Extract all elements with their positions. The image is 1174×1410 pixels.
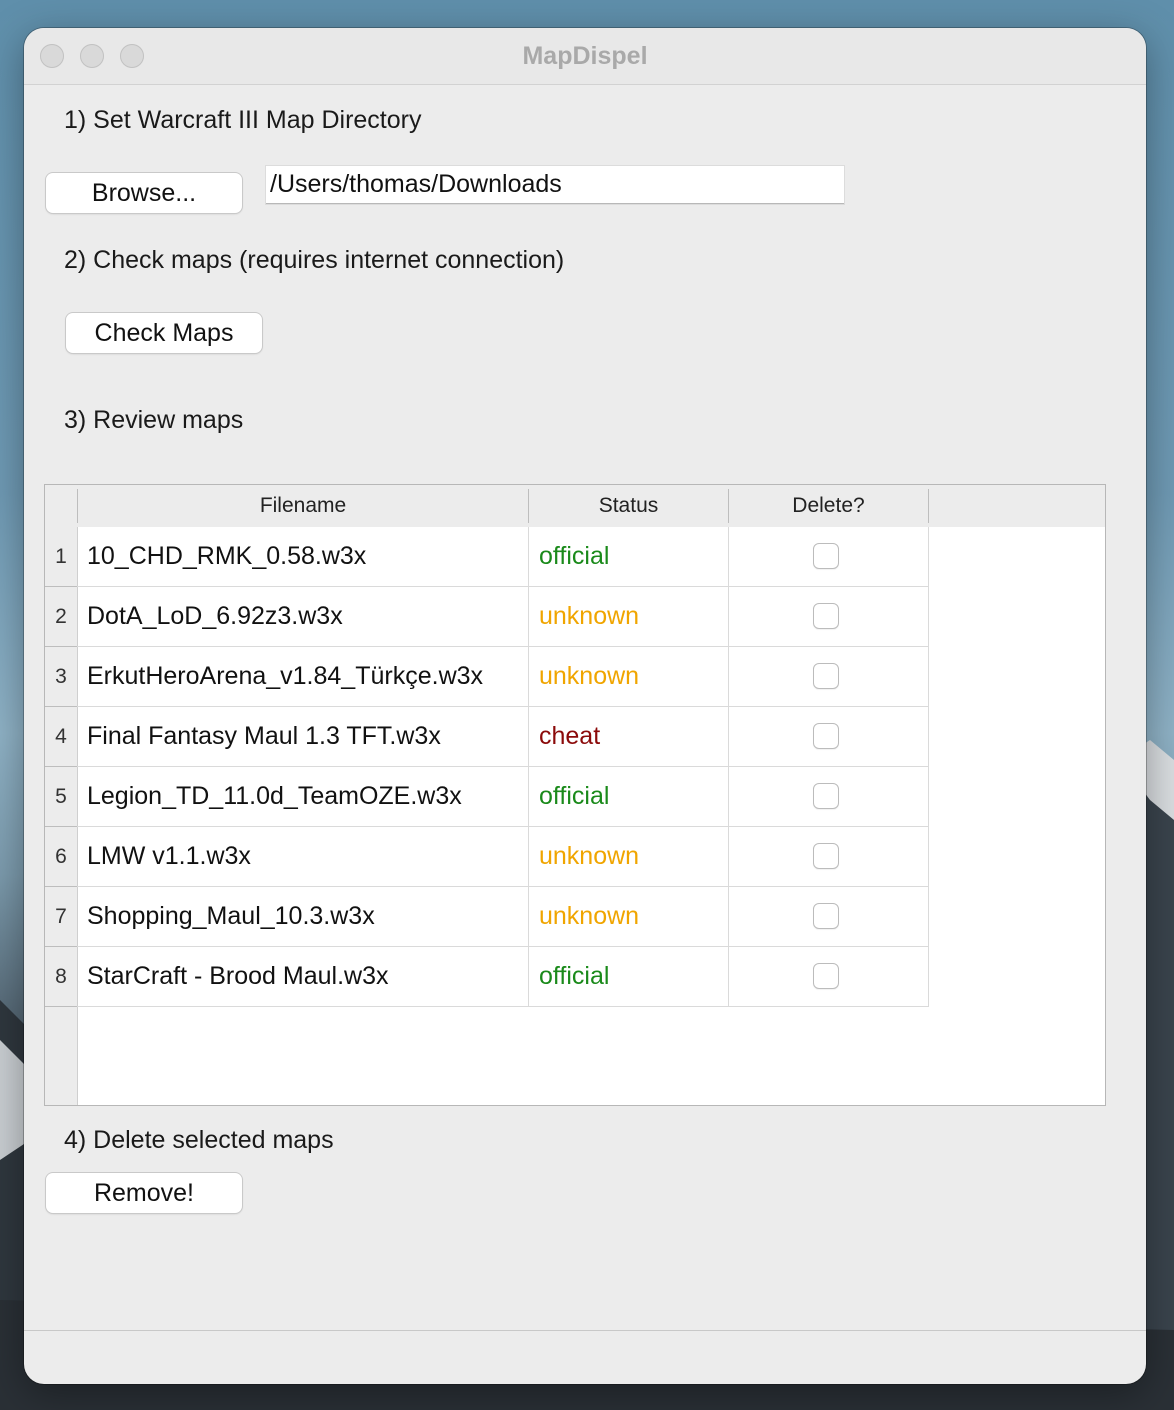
delete-checkbox[interactable] xyxy=(813,963,839,989)
filename-cell[interactable]: 10_CHD_RMK_0.58.w3x xyxy=(77,527,529,587)
status-cell: unknown xyxy=(529,647,729,707)
column-header-filename[interactable]: Filename xyxy=(77,489,529,523)
table-row[interactable]: 6 LMW v1.1.w3x unknown xyxy=(45,827,1105,887)
column-header-delete[interactable]: Delete? xyxy=(729,489,929,523)
delete-cell xyxy=(729,707,929,767)
filename-cell[interactable]: DotA_LoD_6.92z3.w3x xyxy=(77,587,529,647)
step2-label: 2) Check maps (requires internet connect… xyxy=(64,246,565,274)
row-number: 4 xyxy=(45,707,77,767)
bottom-divider xyxy=(24,1330,1146,1331)
step3-label: 3) Review maps xyxy=(64,406,244,434)
table-header: Filename Status Delete? xyxy=(45,485,1105,527)
filename-cell[interactable]: Final Fantasy Maul 1.3 TFT.w3x xyxy=(77,707,529,767)
delete-checkbox[interactable] xyxy=(813,723,839,749)
delete-cell xyxy=(729,947,929,1007)
delete-checkbox[interactable] xyxy=(813,603,839,629)
step1-label: 1) Set Warcraft III Map Directory xyxy=(64,106,422,134)
step4-label: 4) Delete selected maps xyxy=(64,1126,334,1154)
row-number: 6 xyxy=(45,827,77,887)
status-cell: official xyxy=(529,947,729,1007)
row-number: 2 xyxy=(45,587,77,647)
filename-cell[interactable]: Legion_TD_11.0d_TeamOZE.w3x xyxy=(77,767,529,827)
filename-cell[interactable]: ErkutHeroArena_v1.84_Türkçe.w3x xyxy=(77,647,529,707)
table-row[interactable]: 8 StarCraft - Brood Maul.w3x official xyxy=(45,947,1105,1007)
table-row[interactable]: 3 ErkutHeroArena_v1.84_Türkçe.w3x unknow… xyxy=(45,647,1105,707)
table-row[interactable]: 5 Legion_TD_11.0d_TeamOZE.w3x official xyxy=(45,767,1105,827)
row-number: 5 xyxy=(45,767,77,827)
table-row[interactable]: 2 DotA_LoD_6.92z3.w3x unknown xyxy=(45,587,1105,647)
delete-checkbox[interactable] xyxy=(813,663,839,689)
row-number: 1 xyxy=(45,527,77,587)
filename-cell[interactable]: Shopping_Maul_10.3.w3x xyxy=(77,887,529,947)
row-number: 3 xyxy=(45,647,77,707)
delete-cell xyxy=(729,647,929,707)
table-row[interactable]: 4 Final Fantasy Maul 1.3 TFT.w3x cheat xyxy=(45,707,1105,767)
delete-checkbox[interactable] xyxy=(813,543,839,569)
row-number: 8 xyxy=(45,947,77,1007)
status-cell: unknown xyxy=(529,887,729,947)
status-cell: official xyxy=(529,767,729,827)
remove-button[interactable]: Remove! xyxy=(46,1173,242,1213)
delete-cell xyxy=(729,887,929,947)
delete-checkbox[interactable] xyxy=(813,843,839,869)
table-row[interactable]: 1 10_CHD_RMK_0.58.w3x official xyxy=(45,527,1105,587)
delete-checkbox[interactable] xyxy=(813,783,839,809)
filename-cell[interactable]: LMW v1.1.w3x xyxy=(77,827,529,887)
row-number: 7 xyxy=(45,887,77,947)
status-cell: cheat xyxy=(529,707,729,767)
app-window: MapDispel 1) Set Warcraft III Map Direct… xyxy=(24,28,1146,1384)
delete-cell xyxy=(729,527,929,587)
column-header-status[interactable]: Status xyxy=(529,489,729,523)
delete-cell xyxy=(729,587,929,647)
desktop-background: MapDispel 1) Set Warcraft III Map Direct… xyxy=(0,0,1174,1410)
titlebar: MapDispel xyxy=(24,28,1146,85)
status-cell: official xyxy=(529,527,729,587)
delete-cell xyxy=(729,767,929,827)
table-row[interactable]: 7 Shopping_Maul_10.3.w3x unknown xyxy=(45,887,1105,947)
maps-table[interactable]: Filename Status Delete? 1 10_CHD_RMK_0.5… xyxy=(44,484,1106,1106)
directory-field[interactable] xyxy=(266,166,844,204)
status-cell: unknown xyxy=(529,827,729,887)
delete-checkbox[interactable] xyxy=(813,903,839,929)
status-cell: unknown xyxy=(529,587,729,647)
browse-button[interactable]: Browse... xyxy=(46,173,242,213)
window-title: MapDispel xyxy=(522,42,648,70)
check-maps-button[interactable]: Check Maps xyxy=(66,313,262,353)
filename-cell[interactable]: StarCraft - Brood Maul.w3x xyxy=(77,947,529,1007)
delete-cell xyxy=(729,827,929,887)
